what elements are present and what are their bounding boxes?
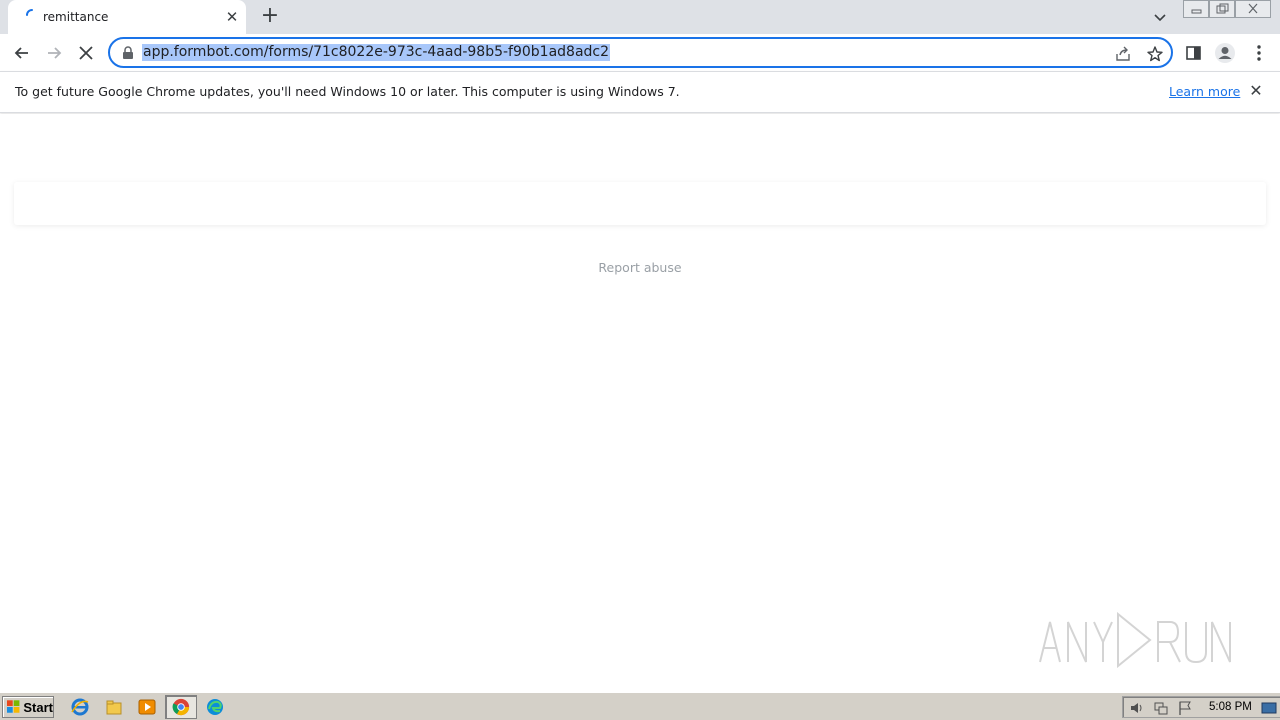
browser-tab[interactable]: remittance ✕: [8, 0, 246, 34]
forward-arrow-icon[interactable]: [43, 42, 65, 64]
windows-logo-icon: [7, 700, 20, 713]
tab-close-icon[interactable]: ✕: [224, 9, 240, 25]
media-player-icon[interactable]: [137, 697, 157, 717]
system-tray: 5:08 PM: [1122, 696, 1280, 718]
chrome-taskbar-button[interactable]: [165, 695, 197, 719]
new-tab-button[interactable]: +: [260, 5, 280, 27]
loading-favicon-icon: [26, 9, 33, 16]
file-explorer-icon[interactable]: [104, 697, 124, 717]
window-minimize-button[interactable]: [1183, 0, 1209, 18]
window-close-button[interactable]: [1235, 0, 1271, 18]
windows-taskbar: Start 5:08 PM: [0, 692, 1280, 720]
back-arrow-icon[interactable]: [11, 42, 33, 64]
edge-icon[interactable]: [205, 697, 225, 717]
start-button[interactable]: Start: [2, 696, 54, 718]
lock-icon[interactable]: [122, 46, 134, 60]
infobar-message: To get future Google Chrome updates, you…: [15, 84, 680, 99]
infobar-close-icon[interactable]: ✕: [1248, 84, 1264, 100]
window-restore-button[interactable]: [1209, 0, 1235, 18]
restore-icon: [1216, 3, 1229, 14]
start-label: Start: [23, 699, 53, 715]
address-bar[interactable]: app.formbot.com/forms/71c8022e-973c-4aad…: [108, 37, 1173, 68]
report-abuse-link[interactable]: Report abuse: [0, 260, 1280, 275]
chrome-icon: [172, 698, 190, 716]
action-center-flag-icon[interactable]: [1177, 700, 1193, 716]
minimize-icon: [1191, 9, 1202, 14]
internet-explorer-icon[interactable]: [70, 697, 90, 717]
volume-icon[interactable]: [1129, 700, 1145, 716]
page-content: Report abuse: [0, 114, 1280, 692]
update-infobar: To get future Google Chrome updates, you…: [0, 71, 1280, 113]
share-icon[interactable]: [1114, 45, 1132, 63]
learn-more-link[interactable]: Learn more: [1169, 84, 1240, 99]
profile-avatar-icon[interactable]: [1214, 42, 1236, 64]
form-card: [14, 182, 1266, 225]
tab-strip: remittance ✕ +: [0, 0, 1280, 34]
taskbar-clock[interactable]: 5:08 PM: [1209, 701, 1252, 713]
tab-search-chevron-icon[interactable]: [1152, 9, 1168, 25]
menu-kebab-icon[interactable]: [1248, 42, 1270, 64]
bookmark-star-icon[interactable]: [1146, 45, 1164, 63]
side-panel-icon[interactable]: [1183, 42, 1205, 64]
network-icon[interactable]: [1153, 700, 1169, 716]
anyrun-watermark-logo: [1039, 611, 1231, 669]
browser-toolbar: app.formbot.com/forms/71c8022e-973c-4aad…: [0, 34, 1280, 71]
close-window-icon: [1248, 3, 1258, 14]
show-desktop-icon[interactable]: [1261, 700, 1277, 716]
url-text[interactable]: app.formbot.com/forms/71c8022e-973c-4aad…: [142, 44, 611, 61]
stop-loading-icon[interactable]: [75, 42, 97, 64]
tab-title: remittance: [43, 10, 109, 24]
